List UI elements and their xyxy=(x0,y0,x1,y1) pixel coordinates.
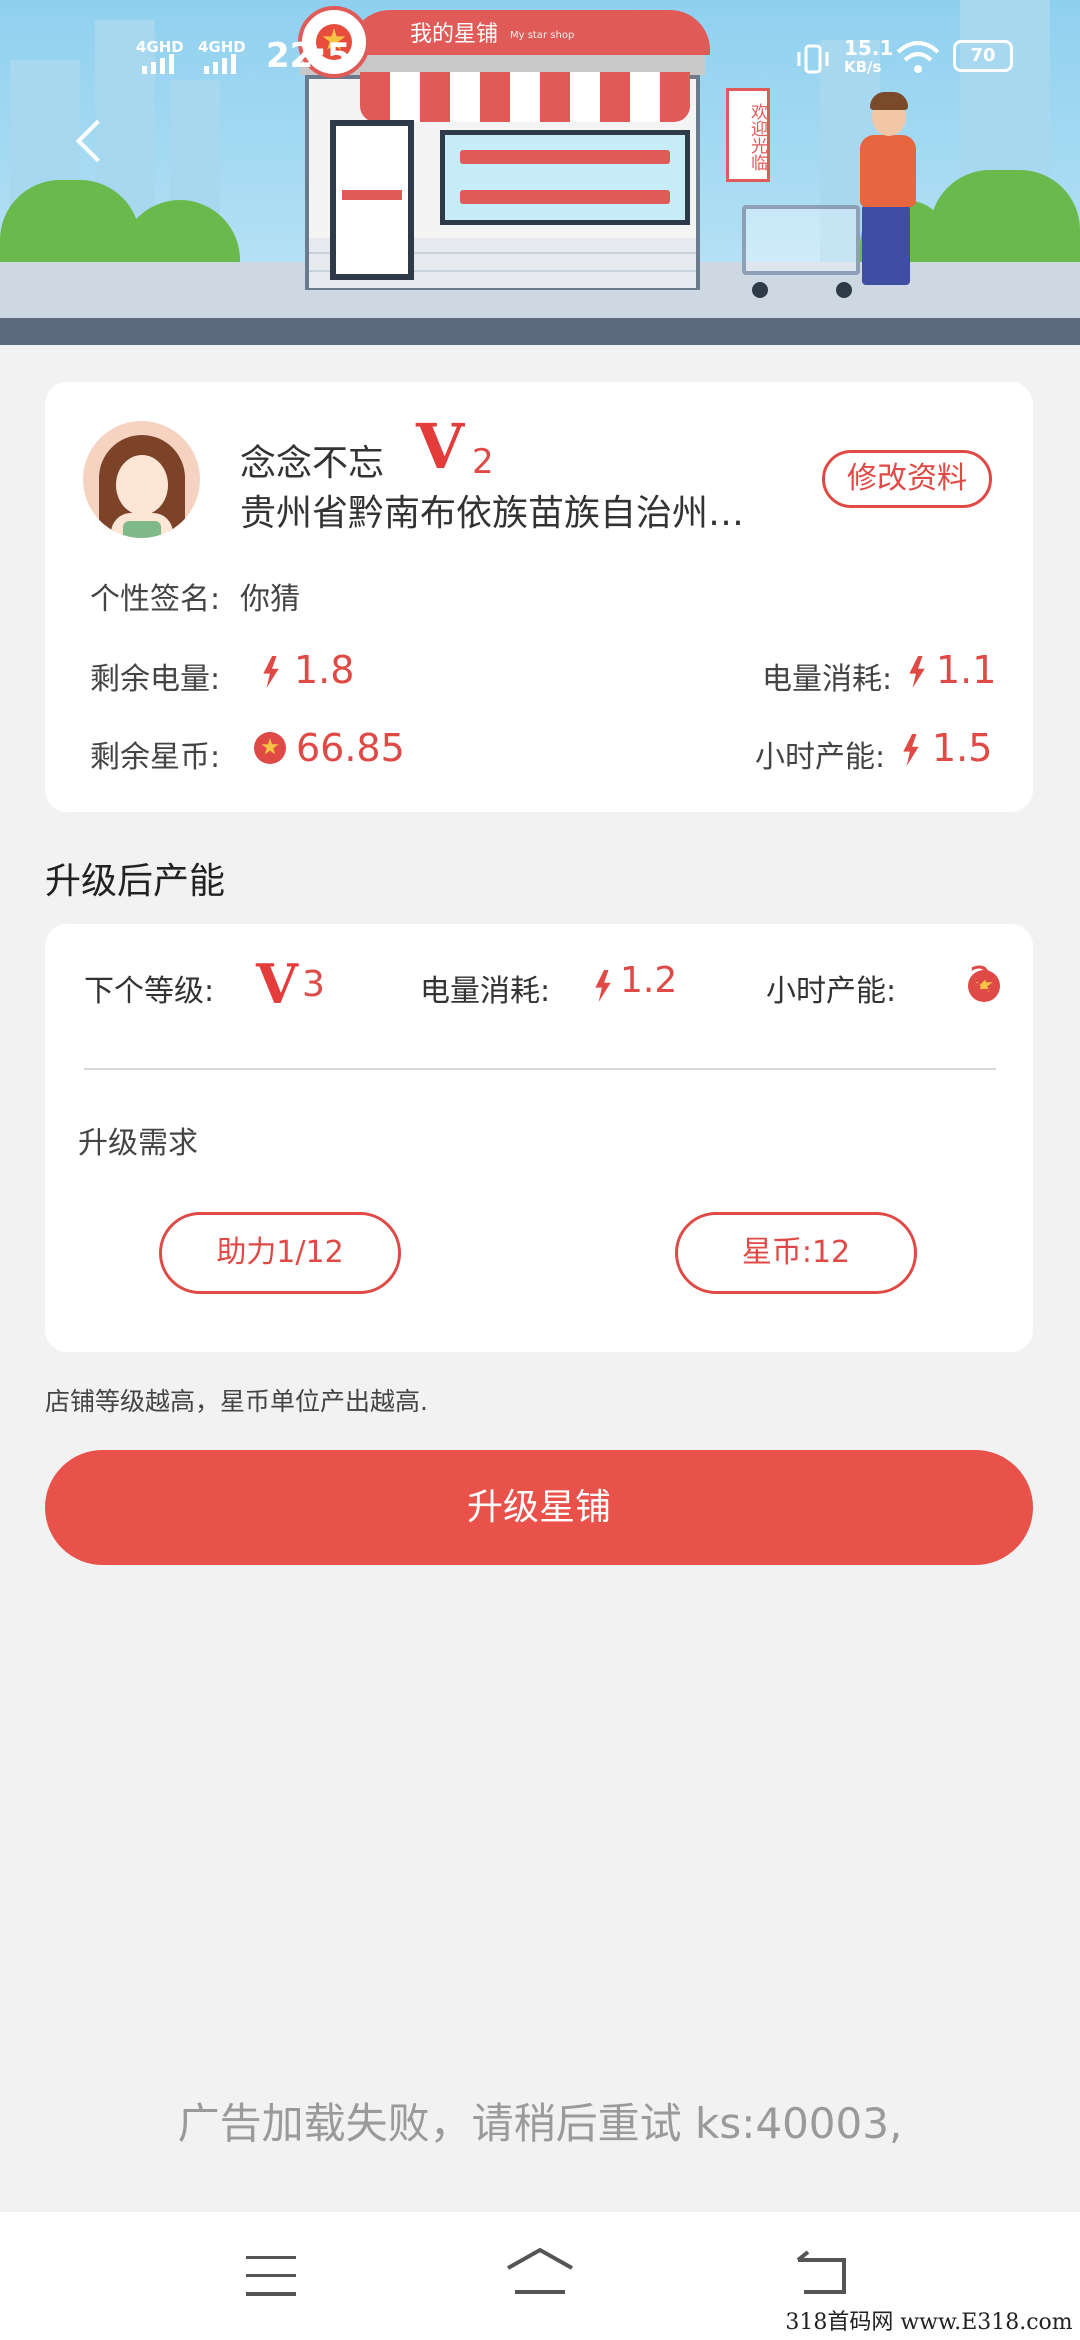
shopper-legs xyxy=(862,205,910,285)
signal-icon xyxy=(204,54,236,74)
next-power-consumption-value: 1.2 xyxy=(620,960,678,1001)
shopper-body xyxy=(860,135,916,207)
return-icon[interactable] xyxy=(796,2250,850,2296)
battery-level: 70 xyxy=(970,45,996,66)
edit-profile-button[interactable]: 修改资料 xyxy=(822,450,992,508)
shopping-cart xyxy=(742,205,860,275)
menu-icon[interactable] xyxy=(246,2256,296,2296)
next-level-label: 下个等级: xyxy=(84,974,215,1009)
vibrate-icon xyxy=(797,44,829,74)
next-power-consumption-label: 电量消耗: xyxy=(420,974,551,1009)
tree xyxy=(930,170,1080,270)
wifi-icon xyxy=(896,41,940,73)
shop-window xyxy=(440,130,690,225)
remaining-power-value: 1.8 xyxy=(294,648,355,692)
ad-failure-message: 广告加载失败，请稍后重试 ks:40003, xyxy=(177,2099,903,2148)
divider xyxy=(84,1068,996,1070)
home-icon[interactable] xyxy=(505,2246,575,2296)
watermark: 318首码网 www.E318.com xyxy=(778,2306,1080,2340)
cart-wheel xyxy=(752,282,768,298)
next-hourly-output-value: 2 xyxy=(969,960,992,1001)
hourly-output-label: 小时产能: xyxy=(755,740,886,775)
power-consumption-value: 1.1 xyxy=(936,648,997,692)
welcome-sign: 欢迎光临 xyxy=(726,88,770,182)
level-letter: V xyxy=(416,410,465,483)
level-note: 店铺等级越高，星币单位产出越高. xyxy=(45,1387,428,1416)
shop-shelf xyxy=(460,190,670,204)
door-handle-bar xyxy=(342,190,402,200)
shop-title: 我的星铺 xyxy=(410,22,499,47)
shop-shelf xyxy=(460,150,670,164)
remaining-coins-value: 66.85 xyxy=(296,726,405,770)
speed-value: 15.1 xyxy=(844,36,894,60)
road xyxy=(0,318,1080,345)
cart-wheel xyxy=(836,282,852,298)
avatar xyxy=(83,421,200,538)
remaining-power-label: 剩余电量: xyxy=(90,662,221,697)
remaining-coins-label: 剩余星币: xyxy=(90,740,221,775)
shop-door xyxy=(330,120,414,280)
shop-awning xyxy=(360,72,690,122)
assist-requirement-button[interactable]: 助力1/12 xyxy=(159,1212,401,1294)
tree xyxy=(0,180,140,270)
upgrade-shop-button[interactable]: 升级星铺 xyxy=(45,1450,1033,1565)
shop-subtitle: My star shop xyxy=(510,30,575,41)
coins-requirement-button[interactable]: 星币:12 xyxy=(675,1212,917,1294)
user-location: 贵州省黔南布依族苗族自治州… xyxy=(240,493,745,534)
coin-icon xyxy=(254,732,286,764)
next-hourly-output-label: 小时产能: xyxy=(766,974,897,1009)
power-consumption-label: 电量消耗: xyxy=(762,662,893,697)
next-level-number: 3 xyxy=(302,964,325,1005)
signal-icon xyxy=(142,54,174,74)
user-name: 念念不忘 xyxy=(240,443,385,484)
next-level-letter: V xyxy=(256,952,298,1016)
signature-value: 你猜 xyxy=(240,582,300,617)
shopper-hair xyxy=(870,92,908,110)
battery-icon: 70 xyxy=(953,40,1013,72)
requirements-label: 升级需求 xyxy=(78,1126,198,1161)
upgrade-section-title: 升级后产能 xyxy=(45,861,226,902)
signature-label: 个性签名: xyxy=(90,582,221,617)
hourly-output-value: 1.5 xyxy=(932,726,993,770)
level-number: 2 xyxy=(472,442,494,482)
speed-unit: KB/s xyxy=(844,58,882,76)
clock: 22:5 xyxy=(266,36,351,76)
